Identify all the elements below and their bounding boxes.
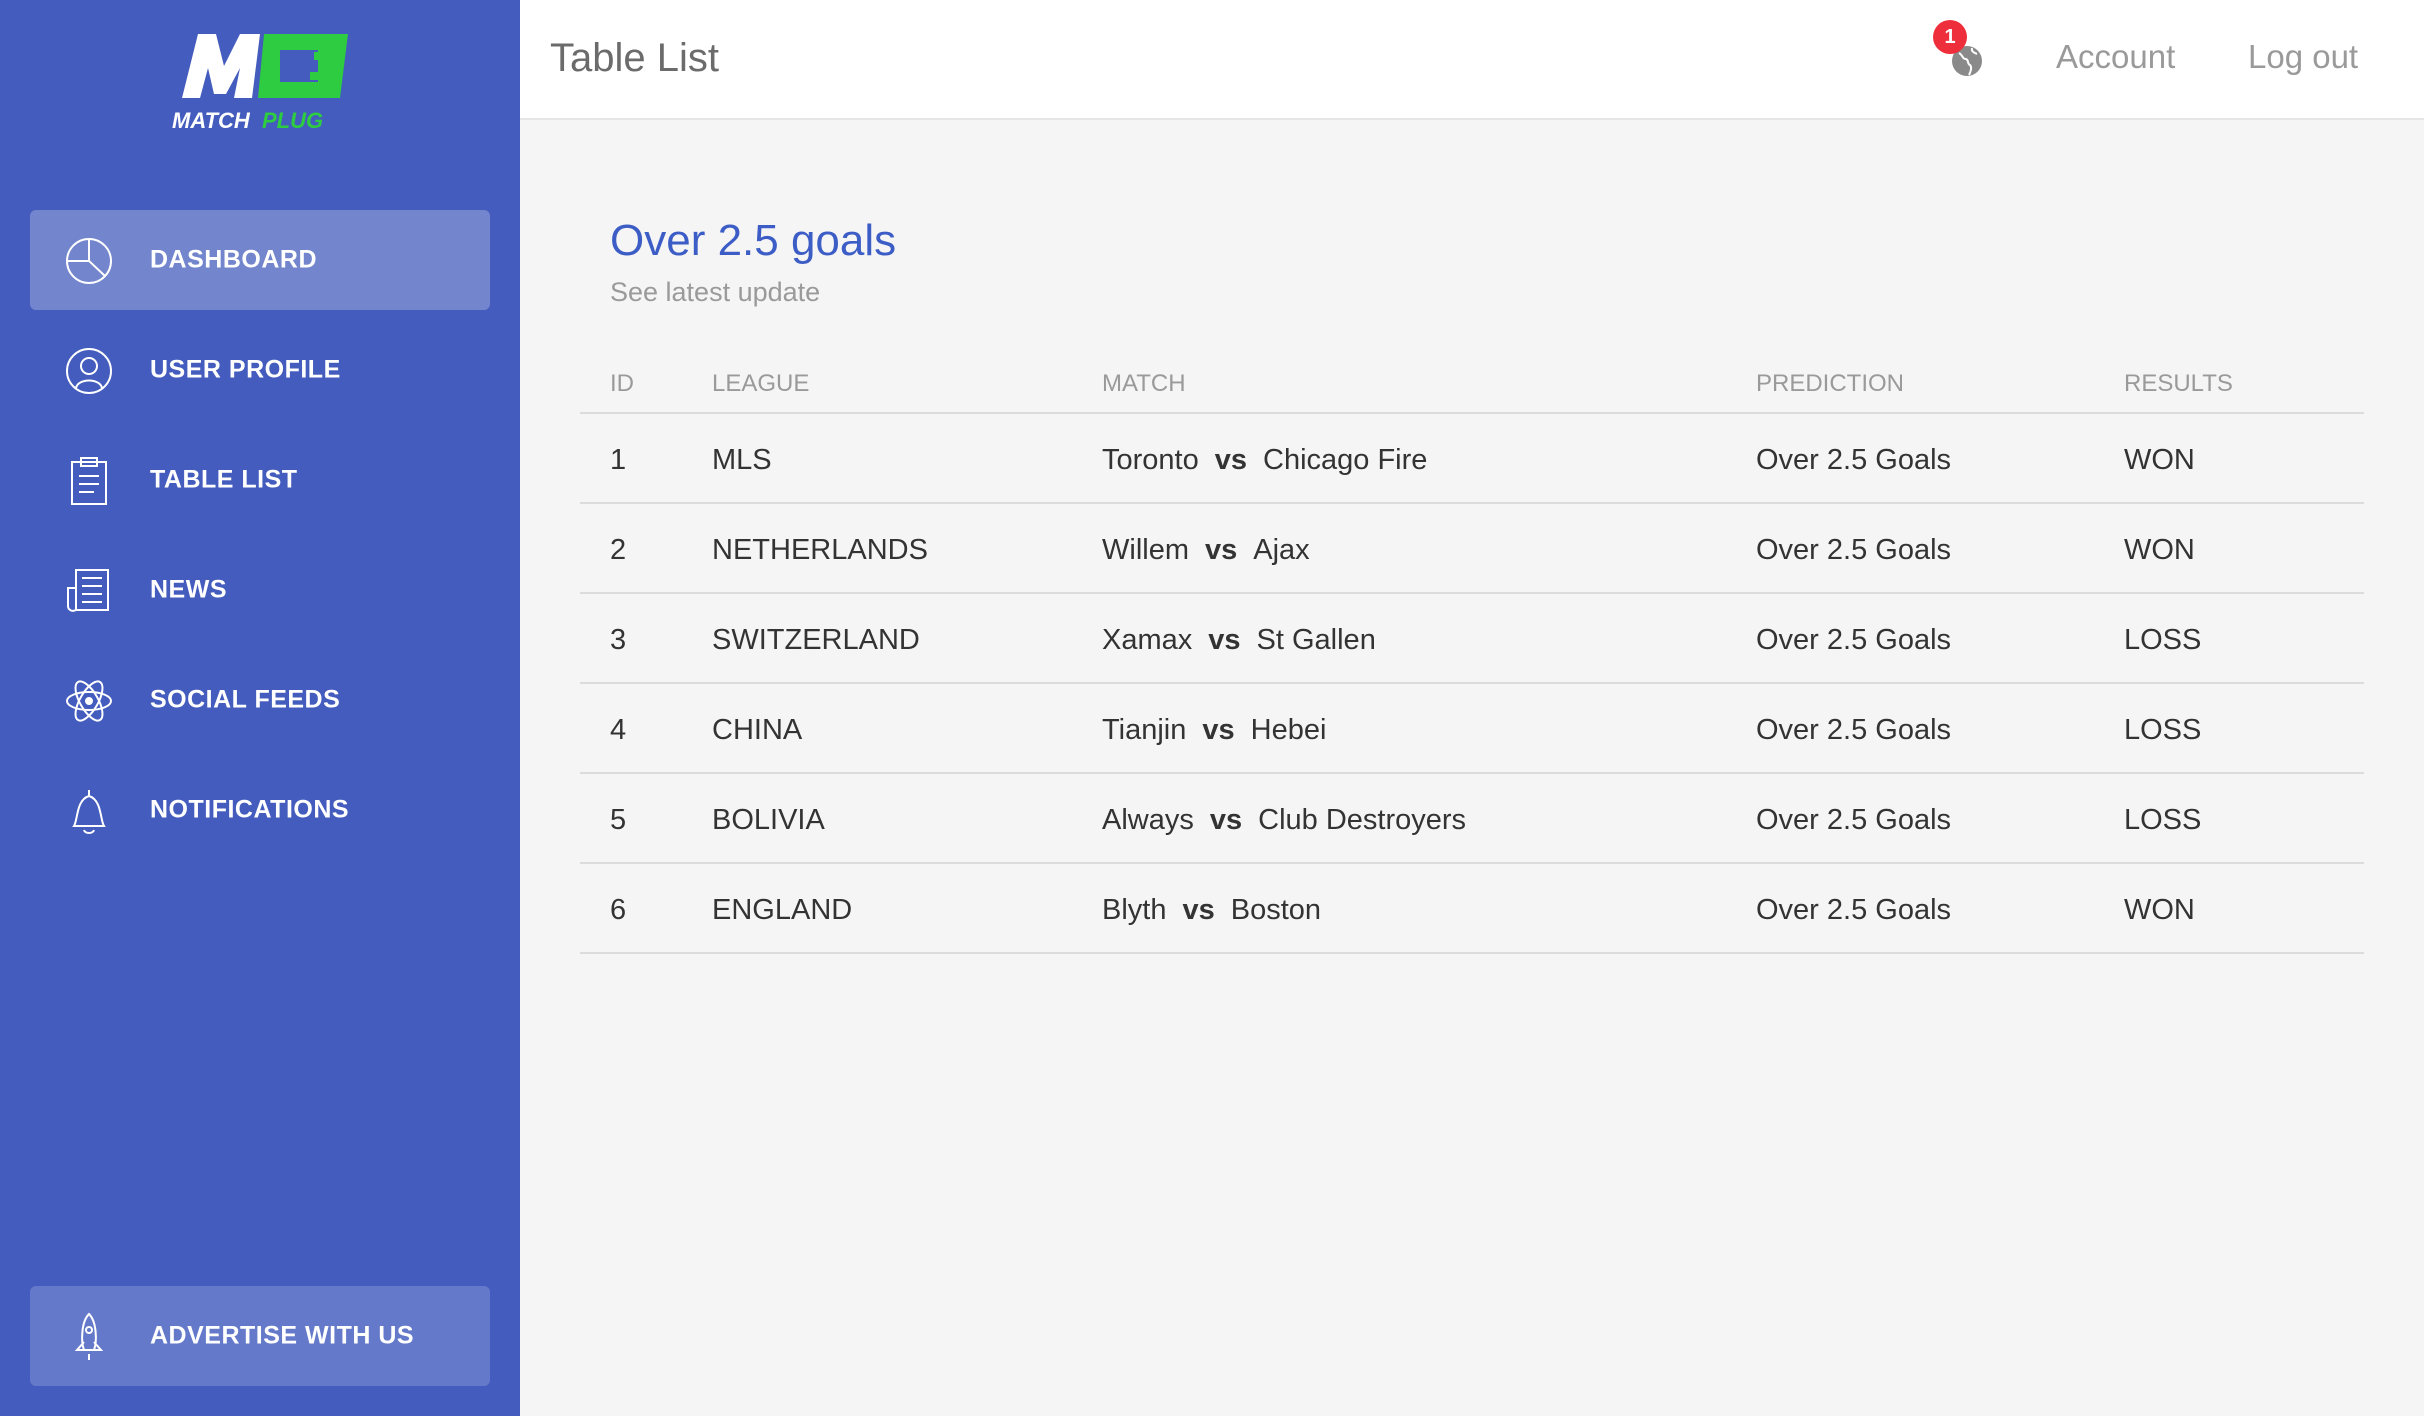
vs-label: vs	[1182, 894, 1215, 926]
away-team: Chicago Fire	[1263, 444, 1428, 476]
cell-result: LOSS	[2124, 624, 2202, 656]
svg-text:MATCH: MATCH	[172, 108, 251, 133]
cell-match: Toronto vs Chicago Fire	[1102, 444, 1427, 477]
clipboard-icon	[64, 456, 114, 506]
cell-league: ENGLAND	[712, 894, 853, 926]
cell-id: 5	[610, 804, 627, 836]
user-icon	[64, 346, 114, 396]
vs-label: vs	[1214, 444, 1247, 476]
home-team: Toronto	[1102, 444, 1199, 476]
sidebar-nav: DASHBOARD USER PROFILE TABLE LIST NEWS S…	[30, 210, 490, 870]
cell-league: MLS	[712, 444, 772, 476]
sidebar: MATCH PLUG DASHBOARD USER PROFILE TABLE …	[0, 0, 520, 1416]
column-header-match: MATCH	[1102, 370, 1186, 397]
cell-result: WON	[2124, 534, 2195, 566]
cell-id: 1	[610, 444, 627, 476]
predictions-table: ID LEAGUE MATCH PREDICTION RESULTS 1 MLS…	[580, 358, 2364, 954]
rocket-icon	[64, 1312, 114, 1362]
table-row: 6 ENGLAND Blyth vs Boston Over 2.5 Goals W…	[580, 864, 2364, 954]
cell-result: WON	[2124, 444, 2195, 476]
away-team: St Gallen	[1256, 624, 1376, 656]
cell-league: NETHERLANDS	[712, 534, 928, 566]
cell-id: 2	[610, 534, 627, 566]
cell-match: Tianjin vs Hebei	[1102, 714, 1326, 747]
table-header: ID LEAGUE MATCH PREDICTION RESULTS	[580, 358, 2364, 414]
account-link[interactable]: Account	[2056, 38, 2175, 76]
table-row: 4 CHINA Tianjin vs Hebei Over 2.5 Goals LO…	[580, 684, 2364, 774]
svg-text:PLUG: PLUG	[262, 108, 323, 133]
advertise-label: ADVERTISE WITH US	[150, 1321, 415, 1350]
vs-label: vs	[1209, 804, 1243, 836]
column-header-results: RESULTS	[2124, 370, 2233, 397]
table-row: 3 SWITZERLAND Xamax vs St Gallen Over 2.5 …	[580, 594, 2364, 684]
sidebar-item-label: SOCIAL FEEDS	[150, 685, 341, 714]
column-header-league: LEAGUE	[712, 370, 810, 397]
column-header-id: ID	[610, 370, 634, 397]
cell-league: BOLIVIA	[712, 804, 825, 836]
cell-id: 4	[610, 714, 627, 746]
vs-label: vs	[1202, 714, 1235, 746]
newspaper-icon	[64, 566, 114, 616]
column-header-prediction: PREDICTION	[1756, 370, 1905, 397]
home-team: Blyth	[1102, 894, 1167, 926]
top-navbar: Table List 1 Account Log out	[520, 0, 2424, 120]
cell-prediction: Over 2.5 Goals	[1756, 714, 1952, 746]
card-subtitle: See latest update	[610, 277, 821, 307]
cell-match: Xamax vs St Gallen	[1102, 624, 1376, 657]
sidebar-item-label: USER PROFILE	[150, 355, 341, 384]
cell-id: 6	[610, 894, 627, 926]
advertise-button[interactable]: ADVERTISE WITH US	[30, 1286, 490, 1386]
matchplug-logo[interactable]: MATCH PLUG	[168, 28, 354, 134]
cell-prediction: Over 2.5 Goals	[1756, 804, 1952, 836]
cell-match: Willem vs Ajax	[1102, 534, 1310, 567]
notification-badge[interactable]: 1	[1933, 20, 1967, 54]
cell-match: Always vs Club Destroyers	[1102, 804, 1466, 837]
logout-link[interactable]: Log out	[2248, 38, 2358, 76]
sidebar-item-table-list[interactable]: TABLE LIST	[30, 430, 490, 530]
home-team: Always	[1102, 804, 1194, 836]
vs-label: vs	[1205, 534, 1238, 566]
cell-league: CHINA	[712, 714, 803, 746]
sidebar-item-label: TABLE LIST	[150, 465, 298, 494]
sidebar-item-news[interactable]: NEWS	[30, 540, 490, 640]
cell-result: LOSS	[2124, 714, 2202, 746]
cell-prediction: Over 2.5 Goals	[1756, 444, 1952, 476]
sidebar-item-user-profile[interactable]: USER PROFILE	[30, 320, 490, 420]
cell-match: Blyth vs Boston	[1102, 894, 1321, 927]
home-team: Xamax	[1102, 624, 1193, 656]
atom-icon	[64, 676, 114, 726]
page-title: Table List	[550, 36, 719, 80]
table-row: 1 MLS Toronto vs Chicago Fire Over 2.5 Goa…	[580, 414, 2364, 504]
sidebar-item-label: NEWS	[150, 575, 227, 604]
cell-league: SWITZERLAND	[712, 624, 920, 656]
vs-label: vs	[1208, 624, 1241, 656]
cell-prediction: Over 2.5 Goals	[1756, 894, 1952, 926]
cell-result: LOSS	[2124, 804, 2202, 836]
cell-prediction: Over 2.5 Goals	[1756, 624, 1952, 656]
card-title: Over 2.5 goals	[610, 216, 897, 265]
cell-prediction: Over 2.5 Goals	[1756, 534, 1952, 566]
sidebar-item-notifications[interactable]: NOTIFICATIONS	[30, 760, 490, 860]
away-team: Hebei	[1250, 714, 1327, 746]
sidebar-item-dashboard[interactable]: DASHBOARD	[30, 210, 490, 310]
table-row: 2 NETHERLANDS Willem vs Ajax Over 2.5 Goal…	[580, 504, 2364, 594]
home-team: Willem	[1102, 534, 1189, 566]
bell-icon	[64, 786, 114, 836]
home-team: Tianjin	[1102, 714, 1187, 746]
away-team: Club Destroyers	[1258, 804, 1467, 836]
table-row: 5 BOLIVIA Always vs Club Destroyers Over 2…	[580, 774, 2364, 864]
cell-result: WON	[2124, 894, 2195, 926]
sidebar-item-social-feeds[interactable]: SOCIAL FEEDS	[30, 650, 490, 750]
away-team: Boston	[1230, 894, 1322, 926]
away-team: Ajax	[1253, 534, 1310, 566]
cell-id: 3	[610, 624, 627, 656]
sidebar-item-label: NOTIFICATIONS	[150, 795, 350, 824]
pie-chart-icon	[64, 236, 114, 286]
sidebar-item-label: DASHBOARD	[150, 245, 317, 274]
